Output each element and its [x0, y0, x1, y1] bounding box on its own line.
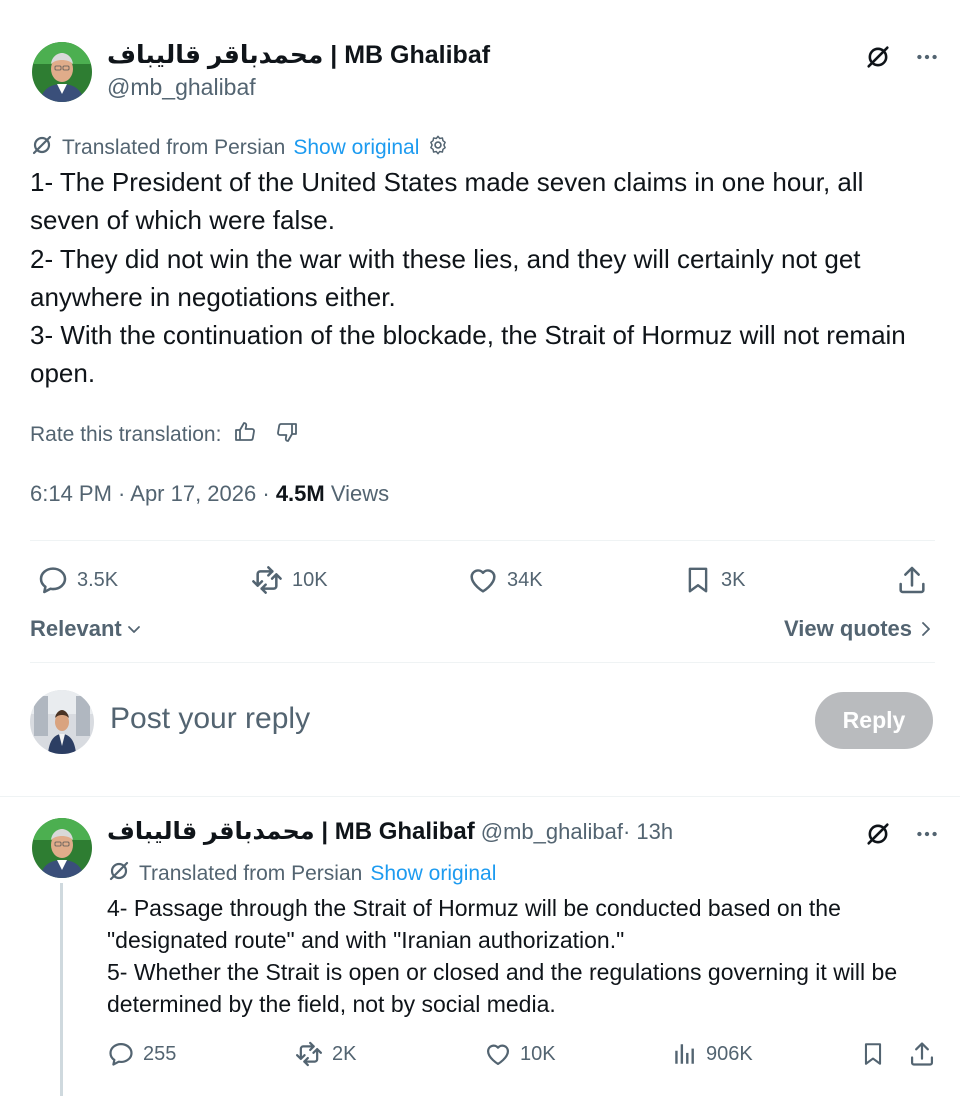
post-meta: 6:14 PM · Apr 17, 2026 · 4.5M Views — [30, 481, 389, 507]
author-name-line: محمدباقر قالیباف | MB Ghalibaf — [107, 40, 490, 70]
current-user-avatar[interactable] — [30, 690, 94, 754]
translation-notice: Translated from Persian Show original — [107, 859, 496, 889]
bookmark-icon — [860, 1040, 886, 1068]
thread-author-line: محمدباقر قالیباف | MB Ghalibaf @mb_ghali… — [107, 817, 673, 846]
more-dots-icon[interactable] — [914, 44, 940, 70]
main-post: محمدباقر قالیباف | MB Ghalibaf @mb_ghali… — [0, 0, 960, 796]
divider — [30, 662, 935, 663]
post-time[interactable]: · 13h — [623, 819, 673, 845]
bookmark-icon — [683, 564, 713, 596]
show-original-link[interactable]: Show original — [293, 136, 419, 160]
heart-icon — [467, 564, 499, 596]
post-paragraph: 1- The President of the United States ma… — [30, 167, 864, 236]
reply-action[interactable]: 3.5K — [37, 564, 118, 596]
post-paragraph: 5- Whether the Strait is open or closed … — [107, 959, 898, 1017]
translated-from-label: Translated from Persian — [139, 862, 363, 885]
sort-dropdown[interactable]: Relevant — [30, 616, 142, 642]
sort-label: Relevant — [30, 616, 122, 641]
translation-notice: Translated from Persian Show original — [30, 133, 449, 163]
share-upload-icon — [908, 1040, 936, 1068]
post-paragraph: 3- With the continuation of the blockade… — [30, 320, 906, 389]
chevron-down-icon — [127, 626, 140, 633]
share-action[interactable] — [896, 564, 928, 596]
more-dots-icon[interactable] — [914, 821, 940, 847]
heart-icon — [484, 1040, 512, 1068]
reply-input[interactable]: Post your reply — [110, 702, 310, 736]
grok-icon — [30, 133, 54, 163]
author-name[interactable]: محمدباقر قالیباف | MB Ghalibaf — [107, 817, 475, 846]
divider — [30, 540, 935, 541]
post-top-actions — [864, 820, 940, 848]
view-quotes-label: View quotes — [784, 616, 912, 641]
like-action[interactable]: 34K — [467, 564, 543, 596]
post-top-actions — [864, 43, 940, 71]
rate-translation: Rate this translation: — [30, 420, 299, 450]
thumbs-up-icon[interactable] — [233, 420, 257, 450]
author-avatar[interactable] — [32, 818, 92, 878]
reply-action[interactable]: 255 — [107, 1040, 176, 1068]
repost-action[interactable]: 10K — [250, 564, 328, 596]
reply-count: 255 — [143, 1042, 177, 1065]
reply-count: 3.5K — [77, 568, 119, 591]
bar-chart-icon — [672, 1040, 698, 1068]
bookmark-count: 3K — [721, 568, 746, 591]
reply-button[interactable]: Reply — [815, 692, 933, 749]
thumbs-down-icon[interactable] — [275, 420, 299, 450]
bookmark-action[interactable]: 3K — [683, 564, 745, 596]
post-text: 1- The President of the United States ma… — [30, 163, 940, 393]
repost-count: 10K — [292, 568, 328, 591]
translated-from-label: Translated from Persian — [62, 136, 286, 159]
author-name[interactable]: محمدباقر قالیباف | MB Ghalibaf — [107, 40, 490, 70]
section-separator — [0, 796, 960, 797]
thread-connector-line — [60, 883, 63, 1096]
grok-icon[interactable] — [864, 43, 892, 71]
author-handle-line: @mb_ghalibaf — [107, 74, 256, 101]
grok-icon[interactable] — [864, 820, 892, 848]
views-count: 4.5M — [275, 481, 325, 506]
gear-icon[interactable] — [427, 134, 449, 162]
views-action[interactable]: 906K — [672, 1040, 753, 1068]
like-count: 10K — [520, 1042, 556, 1065]
views-count: 906K — [706, 1042, 753, 1065]
repost-action[interactable]: 2K — [294, 1040, 356, 1068]
views-label: Views — [324, 481, 390, 506]
grok-icon — [107, 859, 131, 889]
view-quotes-link[interactable]: View quotes — [784, 616, 932, 642]
post-text: 4- Passage through the Strait of Hormuz … — [107, 892, 937, 1020]
speech-bubble-icon — [107, 1040, 135, 1068]
post-timestamp[interactable]: 6:14 PM · Apr 17, 2026 · — [30, 481, 276, 506]
share-action[interactable] — [908, 1040, 936, 1068]
repost-arrows-icon — [294, 1040, 324, 1068]
post-paragraph: 4- Passage through the Strait of Hormuz … — [107, 895, 841, 953]
author-handle[interactable]: @mb_ghalibaf — [107, 74, 256, 101]
like-action[interactable]: 10K — [484, 1040, 556, 1068]
like-count: 34K — [507, 568, 543, 591]
repost-arrows-icon — [250, 564, 284, 596]
bookmark-action[interactable] — [860, 1040, 886, 1068]
speech-bubble-icon — [37, 564, 69, 596]
repost-count: 2K — [332, 1042, 357, 1065]
share-upload-icon — [896, 564, 928, 596]
rate-label: Rate this translation: — [30, 423, 222, 446]
author-avatar[interactable] — [32, 42, 92, 102]
post-paragraph: 2- They did not win the war with these l… — [30, 243, 861, 312]
show-original-link[interactable]: Show original — [370, 862, 496, 886]
chevron-right-icon — [922, 622, 930, 636]
author-handle[interactable]: @mb_ghalibaf — [481, 819, 623, 845]
